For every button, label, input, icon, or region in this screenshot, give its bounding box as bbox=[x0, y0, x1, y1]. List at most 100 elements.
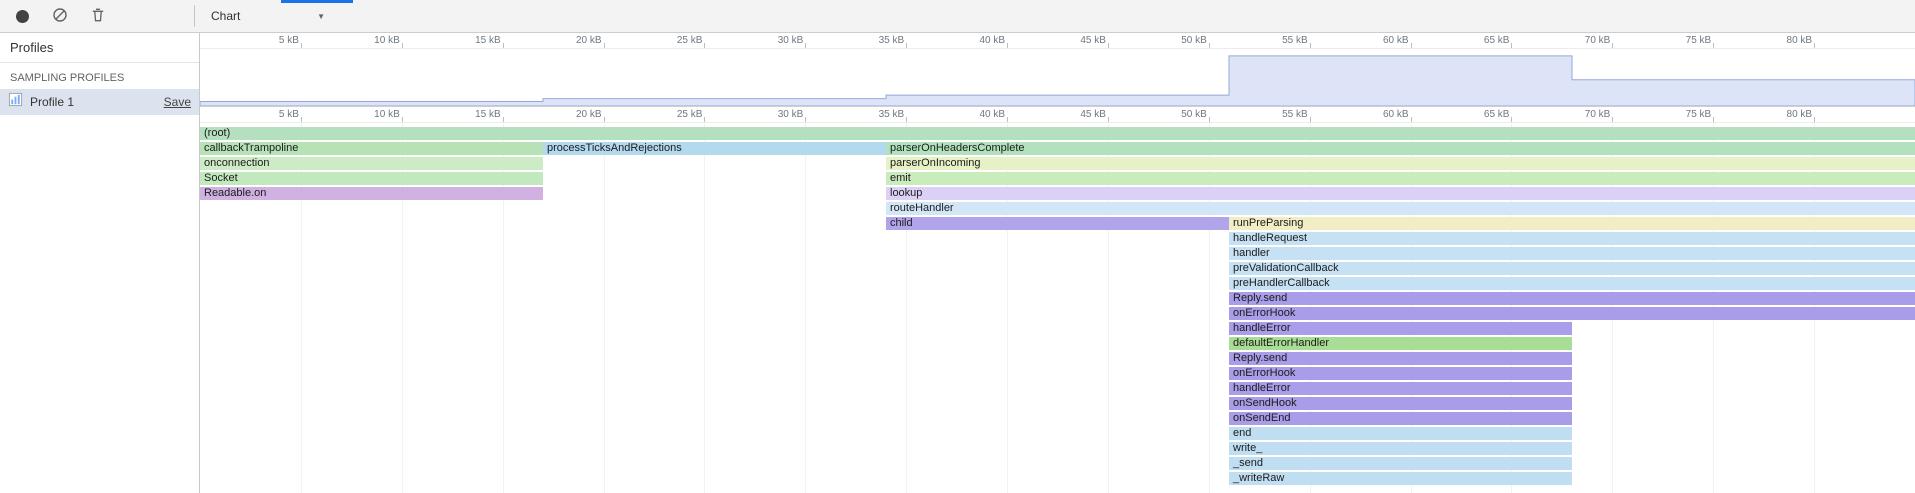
flame-row: Reply.send bbox=[200, 351, 1915, 366]
ruler-tick-mark bbox=[1713, 117, 1714, 122]
flame-bar[interactable]: Reply.send bbox=[1229, 352, 1572, 365]
ruler-tick-label: 60 kB bbox=[1383, 109, 1409, 120]
ruler-tick-label: 10 kB bbox=[374, 109, 400, 120]
flame-bar[interactable]: Socket bbox=[200, 172, 543, 185]
flame-bar[interactable]: _send bbox=[1229, 457, 1572, 470]
flame-row: write_ bbox=[200, 441, 1915, 456]
flame-bar[interactable]: onErrorHook bbox=[1229, 307, 1915, 320]
sampling-profiles-section-title: SAMPLING PROFILES bbox=[0, 63, 199, 89]
ruler-tick-label: 55 kB bbox=[1282, 35, 1308, 46]
flame-bar[interactable]: end bbox=[1229, 427, 1572, 440]
ruler-tick-mark bbox=[1209, 43, 1210, 48]
flame-bar[interactable]: write_ bbox=[1229, 442, 1572, 455]
flame-row: handleError bbox=[200, 321, 1915, 336]
ruler-tick-label: 75 kB bbox=[1686, 109, 1712, 120]
profile-chart-icon bbox=[8, 92, 23, 112]
flame-row: onErrorHook bbox=[200, 366, 1915, 381]
flame-bar[interactable]: runPreParsing bbox=[1229, 217, 1915, 230]
toolbar-separator bbox=[194, 5, 195, 27]
flame-bar[interactable]: onSendEnd bbox=[1229, 412, 1572, 425]
ruler-tick-label: 45 kB bbox=[1080, 35, 1106, 46]
ruler-tick-label: 40 kB bbox=[979, 109, 1005, 120]
flame-bar[interactable]: callbackTrampoline bbox=[200, 142, 543, 155]
delete-profile-button[interactable] bbox=[84, 3, 112, 29]
flame-bar[interactable]: handleRequest bbox=[1229, 232, 1915, 245]
flame-bar[interactable]: processTicksAndRejections bbox=[543, 142, 886, 155]
ruler-tick-mark bbox=[1310, 43, 1311, 48]
ruler-tick-label: 20 kB bbox=[576, 109, 602, 120]
flame-bar[interactable]: defaultErrorHandler bbox=[1229, 337, 1572, 350]
ruler-tick-mark bbox=[1310, 117, 1311, 122]
ruler-tick-mark bbox=[1814, 43, 1815, 48]
flame-bar[interactable]: handleError bbox=[1229, 322, 1572, 335]
clear-button[interactable] bbox=[46, 3, 74, 29]
flame-bar[interactable]: routeHandler bbox=[886, 202, 1915, 215]
flame-bar[interactable]: handler bbox=[1229, 247, 1915, 260]
ruler-tick-mark bbox=[805, 117, 806, 122]
ruler-tick-label: 55 kB bbox=[1282, 109, 1308, 120]
profiler-panel: Chart ▼ Profiles SAMPLING PROFILES Profi… bbox=[0, 0, 1915, 493]
flame-row: handleRequest bbox=[200, 231, 1915, 246]
flame-bar[interactable]: Reply.send bbox=[1229, 292, 1915, 305]
ruler-tick-mark bbox=[503, 117, 504, 122]
record-button[interactable] bbox=[8, 3, 36, 29]
flame-bar[interactable]: (root) bbox=[200, 127, 1915, 140]
ruler-tick-label: 25 kB bbox=[677, 109, 703, 120]
flame-row: onSendHook bbox=[200, 396, 1915, 411]
ruler-tick-mark bbox=[1511, 117, 1512, 122]
ruler-tick-label: 5 kB bbox=[279, 35, 299, 46]
flame-bar[interactable]: parserOnIncoming bbox=[886, 157, 1915, 170]
flame-bar[interactable]: onconnection bbox=[200, 157, 543, 170]
flame-row: onErrorHook bbox=[200, 306, 1915, 321]
flame-bar[interactable]: emit bbox=[886, 172, 1915, 185]
flame-row: onconnection parserOnIncoming bbox=[200, 156, 1915, 171]
ruler-tick-label: 10 kB bbox=[374, 35, 400, 46]
ruler-tick-label: 60 kB bbox=[1383, 35, 1409, 46]
ruler-tick-label: 40 kB bbox=[979, 35, 1005, 46]
flame-bar[interactable]: _writeRaw bbox=[1229, 472, 1572, 485]
ruler-tick-mark bbox=[1007, 117, 1008, 122]
ruler-tick-mark bbox=[906, 117, 907, 122]
ruler-tick-label: 65 kB bbox=[1484, 109, 1510, 120]
flame-chart[interactable]: (root) callbackTrampolineprocessTicksAndR… bbox=[200, 123, 1915, 493]
ruler-tick-mark bbox=[301, 117, 302, 122]
ruler-tick-label: 50 kB bbox=[1181, 109, 1207, 120]
ruler-tick-mark bbox=[704, 117, 705, 122]
flame-bar[interactable]: preHandlerCallback bbox=[1229, 277, 1915, 290]
ruler-tick-label: 45 kB bbox=[1080, 109, 1106, 120]
view-mode-value: Chart bbox=[211, 9, 240, 23]
chevron-down-icon: ▼ bbox=[317, 12, 325, 21]
flame-bar[interactable]: lookup bbox=[886, 187, 1915, 200]
overview-graph[interactable] bbox=[200, 49, 1915, 107]
flame-row: routeHandler bbox=[200, 201, 1915, 216]
size-ruler-top: 5 kB10 kB15 kB20 kB25 kB30 kB35 kB40 kB4… bbox=[200, 33, 1915, 49]
active-tab-indicator bbox=[281, 0, 353, 3]
flame-row: Socket emit bbox=[200, 171, 1915, 186]
flame-bar[interactable]: Readable.on bbox=[200, 187, 543, 200]
flame-bar[interactable]: child bbox=[886, 217, 1229, 230]
ruler-tick-label: 20 kB bbox=[576, 35, 602, 46]
flame-bar[interactable]: onSendHook bbox=[1229, 397, 1572, 410]
ruler-tick-mark bbox=[604, 117, 605, 122]
ruler-tick-mark bbox=[805, 43, 806, 48]
ruler-tick-label: 30 kB bbox=[778, 35, 804, 46]
ruler-tick-mark bbox=[604, 43, 605, 48]
flame-row: preHandlerCallback bbox=[200, 276, 1915, 291]
flame-bar[interactable]: handleError bbox=[1229, 382, 1572, 395]
sidebar-item-profile-1[interactable]: Profile 1 Save bbox=[0, 89, 199, 115]
ruler-tick-label: 5 kB bbox=[279, 109, 299, 120]
ruler-tick-mark bbox=[1108, 43, 1109, 48]
ruler-tick-label: 25 kB bbox=[677, 35, 703, 46]
flame-bar[interactable]: parserOnHeadersComplete bbox=[886, 142, 1915, 155]
ruler-tick-mark bbox=[1411, 43, 1412, 48]
flame-bar[interactable]: preValidationCallback bbox=[1229, 262, 1915, 275]
profiler-toolbar: Chart ▼ bbox=[0, 0, 1915, 33]
flame-row: end bbox=[200, 426, 1915, 441]
record-icon bbox=[16, 10, 29, 23]
flame-row: (root) bbox=[200, 126, 1915, 141]
save-link[interactable]: Save bbox=[164, 95, 191, 109]
flame-bar[interactable]: onErrorHook bbox=[1229, 367, 1572, 380]
profiles-sidebar: Profiles SAMPLING PROFILES Profile 1 Sav… bbox=[0, 33, 200, 493]
view-mode-select[interactable]: Chart ▼ bbox=[203, 4, 333, 28]
flame-row: Readable.on lookup bbox=[200, 186, 1915, 201]
